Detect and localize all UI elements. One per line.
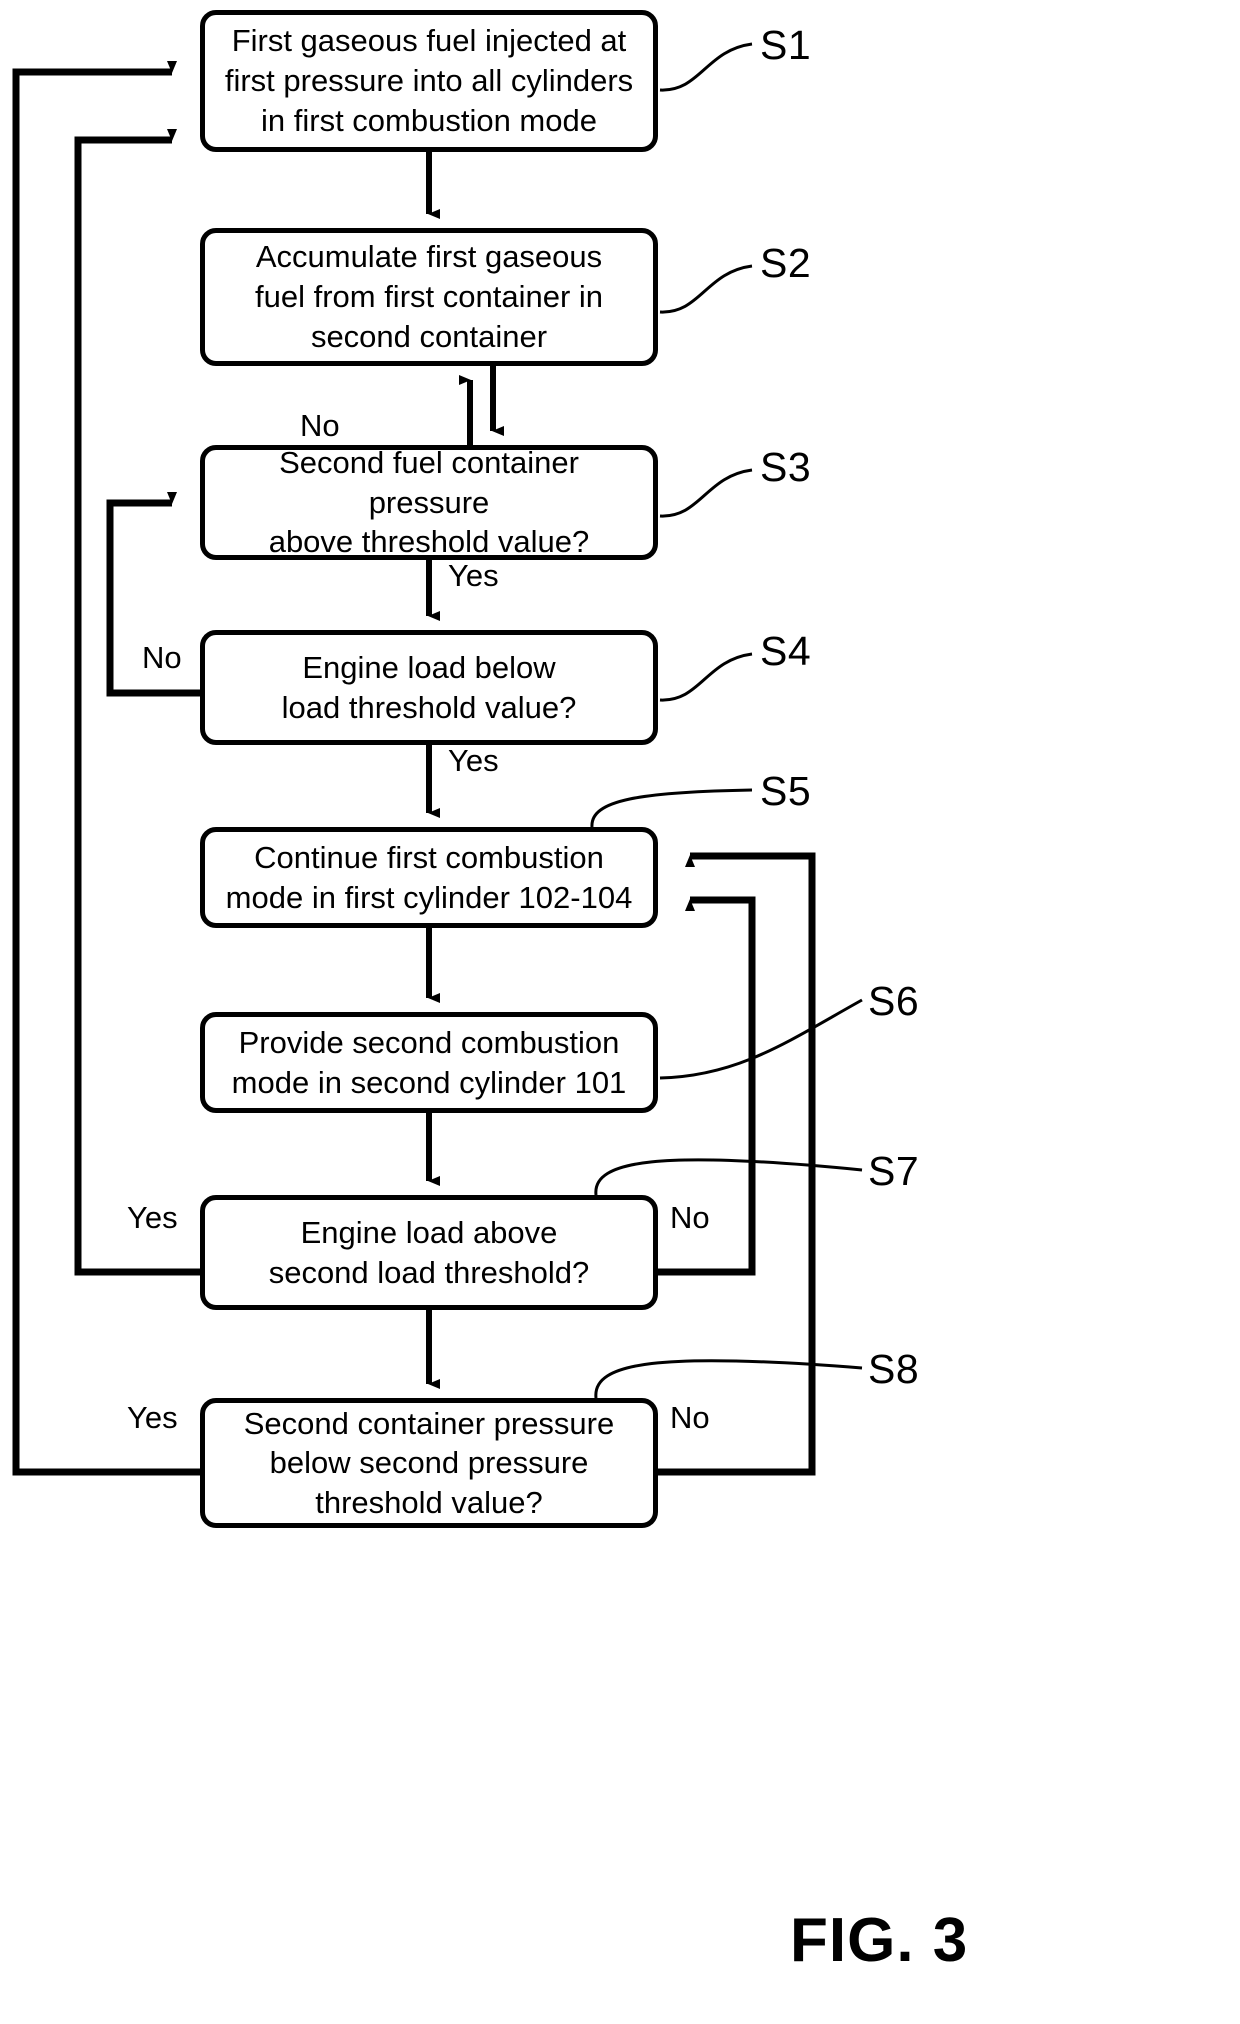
flow-node-s6[interactable]: Provide second combustion mode in second… [200,1012,658,1113]
flow-node-s7-label: Engine load above second load threshold? [268,1214,590,1290]
edge-label-s8-no: No [670,1400,710,1435]
edge-label-s4-no: No [142,640,182,675]
edge-s8-yes-to-s1 [12,61,200,1476]
leader-s7 [594,1158,863,1196]
ref-label-s3: S3 [760,444,812,490]
flow-node-s1[interactable]: First gaseous fuel injected at first pre… [200,10,658,152]
flow-node-s6-label: Provide second combustion mode in second… [231,1024,627,1100]
flow-node-s5-label: Continue first combustion mode in first … [225,839,633,915]
figure-canvas: First gaseous fuel injected at first pre… [0,0,1240,2024]
flow-node-s8[interactable]: Second container pressure below second p… [200,1398,658,1528]
ref-label-s5: S5 [760,768,812,814]
figure-caption: FIG. 3 [790,1906,969,1975]
leader-s3 [659,468,753,518]
leader-s2 [659,264,753,314]
flow-node-s2[interactable]: Accumulate first gaseous fuel from first… [200,228,658,366]
leader-s5 [590,788,753,828]
edge-label-s8-yes: Yes [127,1400,178,1435]
flow-node-s2-label: Accumulate first gaseous fuel from first… [254,239,604,354]
ref-label-s4: S4 [760,628,812,674]
flow-node-s3-label: Second fuel container pressure above thr… [268,445,590,560]
leader-s8 [594,1359,863,1399]
flow-node-s4-label: Engine load below load threshold value? [281,649,577,725]
flow-node-s3[interactable]: Second fuel container pressure above thr… [200,445,658,560]
edge-s7-yes-to-s1 [74,129,200,1276]
flow-node-s8-label: Second container pressure below second p… [243,1405,615,1520]
flow-node-s1-label: First gaseous fuel injected at first pre… [224,23,634,138]
ref-label-s6: S6 [868,978,920,1024]
flow-node-s5[interactable]: Continue first combustion mode in first … [200,827,658,928]
edge-label-s3-yes: Yes [448,558,499,593]
edge-label-s7-no: No [670,1200,710,1235]
ref-label-s8: S8 [868,1346,920,1392]
ref-label-s1: S1 [760,22,812,68]
leader-s6 [659,998,863,1080]
edge-label-s4-yes: Yes [448,743,499,778]
leader-s1 [659,42,753,92]
ref-label-s2: S2 [760,240,812,286]
flow-node-s7[interactable]: Engine load above second load threshold? [200,1195,658,1310]
ref-label-s7: S7 [868,1148,920,1194]
edge-label-s7-yes: Yes [127,1200,178,1235]
flow-node-s4[interactable]: Engine load below load threshold value? [200,630,658,745]
edge-label-s3-no: No [300,408,340,443]
leader-s4 [659,652,753,702]
